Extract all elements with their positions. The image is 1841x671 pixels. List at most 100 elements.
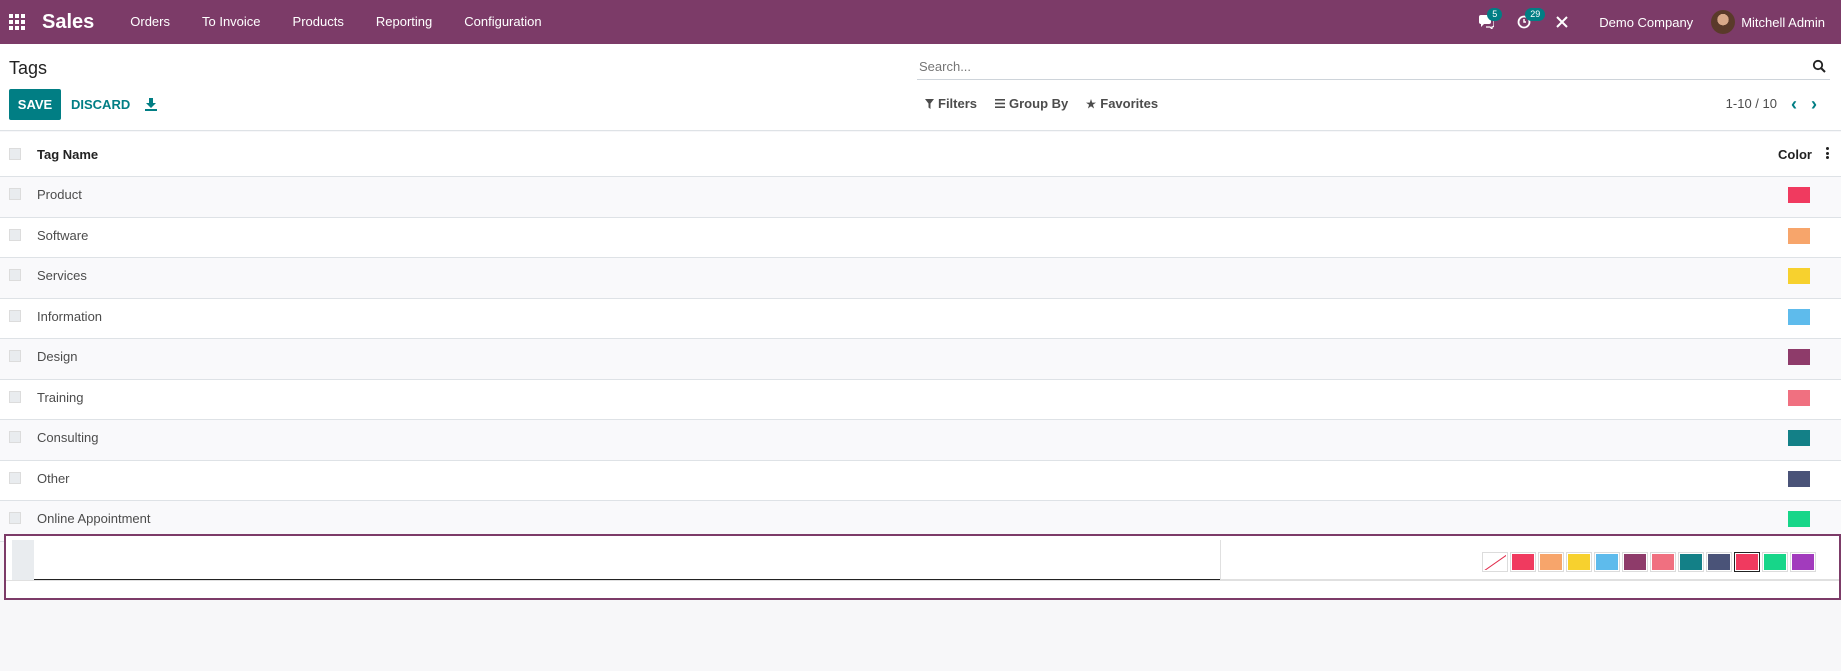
table-row[interactable]: Product (0, 177, 1841, 218)
row-checkbox[interactable] (12, 540, 36, 580)
tag-name-input[interactable] (34, 540, 1220, 580)
row-checkbox[interactable] (9, 309, 21, 322)
pager-next-icon[interactable]: › (1811, 95, 1817, 113)
tag-name-cell[interactable]: Consulting (37, 430, 98, 445)
color-swatch[interactable] (1788, 389, 1810, 406)
search-icon[interactable] (1812, 59, 1826, 73)
discard-button[interactable]: DISCARD (65, 89, 136, 120)
groupby-label: Group By (1009, 96, 1069, 111)
tag-name-cell[interactable]: Product (37, 187, 82, 202)
table-header: Tag Name Color (0, 132, 1841, 177)
avatar (1711, 10, 1736, 34)
top-navbar: Sales Orders To Invoice Products Reporti… (0, 0, 1841, 44)
pager: 1-10 / 10 ‹ › (1726, 95, 1817, 113)
user-menu[interactable]: Mitchell Admin (1711, 10, 1825, 34)
color-swatch[interactable] (1788, 349, 1810, 365)
download-icon[interactable] (143, 96, 159, 112)
systray: 5 29 Demo Company Mitchell Admin (1467, 0, 1841, 44)
row-checkbox[interactable] (9, 350, 21, 362)
new-record-row (4, 534, 1841, 600)
pager-previous-icon[interactable]: ‹ (1791, 95, 1797, 113)
favorites-button[interactable]: Favorites (1086, 96, 1158, 111)
row-checkbox[interactable] (9, 390, 21, 403)
color-option-purple[interactable] (1791, 553, 1815, 571)
menu-reporting[interactable]: Reporting (360, 0, 448, 44)
color-option-yellow[interactable] (1567, 553, 1591, 571)
color-swatch[interactable] (1788, 430, 1810, 446)
color-swatch[interactable] (1788, 187, 1810, 203)
color-option-light-blue[interactable] (1595, 553, 1619, 571)
color-swatch[interactable] (1788, 308, 1810, 325)
color-swatch[interactable] (1788, 227, 1810, 244)
list-icon (995, 99, 1006, 108)
messages-button[interactable]: 5 (1471, 0, 1503, 44)
row-checkbox[interactable] (9, 471, 21, 484)
color-option-fuchsia[interactable] (1735, 553, 1759, 571)
row-checkbox[interactable] (9, 431, 21, 443)
column-color[interactable]: Color (1778, 147, 1812, 162)
groupby-button[interactable]: Group By (995, 96, 1068, 111)
color-swatch[interactable] (1788, 470, 1810, 487)
row-checkbox[interactable] (9, 188, 21, 200)
pager-value[interactable]: 1-10 / 10 (1726, 96, 1777, 111)
tag-name-cell[interactable]: Software (37, 228, 88, 243)
user-name: Mitchell Admin (1741, 14, 1825, 30)
tags-list: Tag Name Color Product Software Services In… (0, 132, 1841, 542)
table-body: Product Software Services Information Design… (0, 177, 1841, 542)
menu-configuration[interactable]: Configuration (448, 0, 557, 44)
app-name[interactable]: Sales (42, 11, 94, 34)
color-option-dark-blue[interactable] (1707, 553, 1731, 571)
color-option-dark-purple[interactable] (1623, 553, 1647, 571)
tag-name-cell[interactable]: Services (37, 268, 87, 283)
activities-badge: 29 (1525, 8, 1546, 21)
color-swatch[interactable] (1788, 511, 1810, 527)
activities-button[interactable]: 29 (1509, 0, 1546, 44)
column-tag-name[interactable]: Tag Name (37, 147, 98, 162)
control-panel: Tags SAVE DISCARD Filters Group By Favor… (0, 44, 1841, 131)
table-row[interactable]: Training (0, 379, 1841, 420)
tag-name-cell[interactable]: Training (37, 390, 83, 405)
row-checkbox[interactable] (9, 512, 21, 524)
favorites-label: Favorites (1100, 96, 1159, 111)
color-swatch[interactable] (1788, 268, 1810, 284)
messages-badge: 5 (1487, 8, 1503, 21)
table-row[interactable]: Information (0, 298, 1841, 339)
table-row[interactable]: Other (0, 460, 1841, 501)
filters-button[interactable]: Filters (925, 96, 977, 111)
menu-orders[interactable]: Orders (114, 0, 186, 44)
color-option-medium-blue[interactable] (1679, 553, 1703, 571)
row-divider (6, 580, 1839, 581)
menu-products[interactable]: Products (277, 0, 360, 44)
filters-label: Filters (938, 96, 978, 111)
save-button[interactable]: SAVE (9, 89, 61, 120)
table-row[interactable]: Design (0, 339, 1841, 380)
search-input[interactable] (917, 54, 1797, 78)
tag-name-cell[interactable]: Other (37, 471, 70, 486)
search-bar (917, 54, 1830, 80)
color-option-no-color[interactable] (1483, 553, 1507, 571)
tools-icon (1556, 16, 1568, 28)
tag-name-cell[interactable]: Online Appointment (37, 511, 150, 526)
color-palette (1483, 553, 1815, 571)
table-row[interactable]: Services (0, 258, 1841, 299)
table-row[interactable]: Software (0, 217, 1841, 258)
filter-icon (925, 98, 934, 109)
row-checkbox[interactable] (9, 228, 21, 241)
tag-name-cell[interactable]: Design (37, 349, 77, 364)
company-switcher[interactable]: Demo Company (1599, 15, 1693, 30)
row-checkbox[interactable] (9, 269, 21, 281)
menu-to-invoice[interactable]: To Invoice (186, 0, 277, 44)
table-row[interactable]: Consulting (0, 420, 1841, 461)
color-option-salmon-pink[interactable] (1651, 553, 1675, 571)
color-option-orange[interactable] (1539, 553, 1563, 571)
debug-tools-button[interactable] (1547, 0, 1577, 44)
color-option-green[interactable] (1763, 553, 1787, 571)
tag-name-cell[interactable]: Information (37, 309, 102, 324)
star-icon (1086, 98, 1097, 108)
optional-columns-icon[interactable] (1826, 147, 1830, 159)
color-option-red[interactable] (1511, 553, 1535, 571)
apps-menu-icon[interactable] (0, 0, 34, 44)
select-all-checkbox[interactable] (9, 148, 21, 160)
search-options: Filters Group By Favorites (925, 96, 1158, 111)
page-title: Tags (9, 58, 48, 78)
